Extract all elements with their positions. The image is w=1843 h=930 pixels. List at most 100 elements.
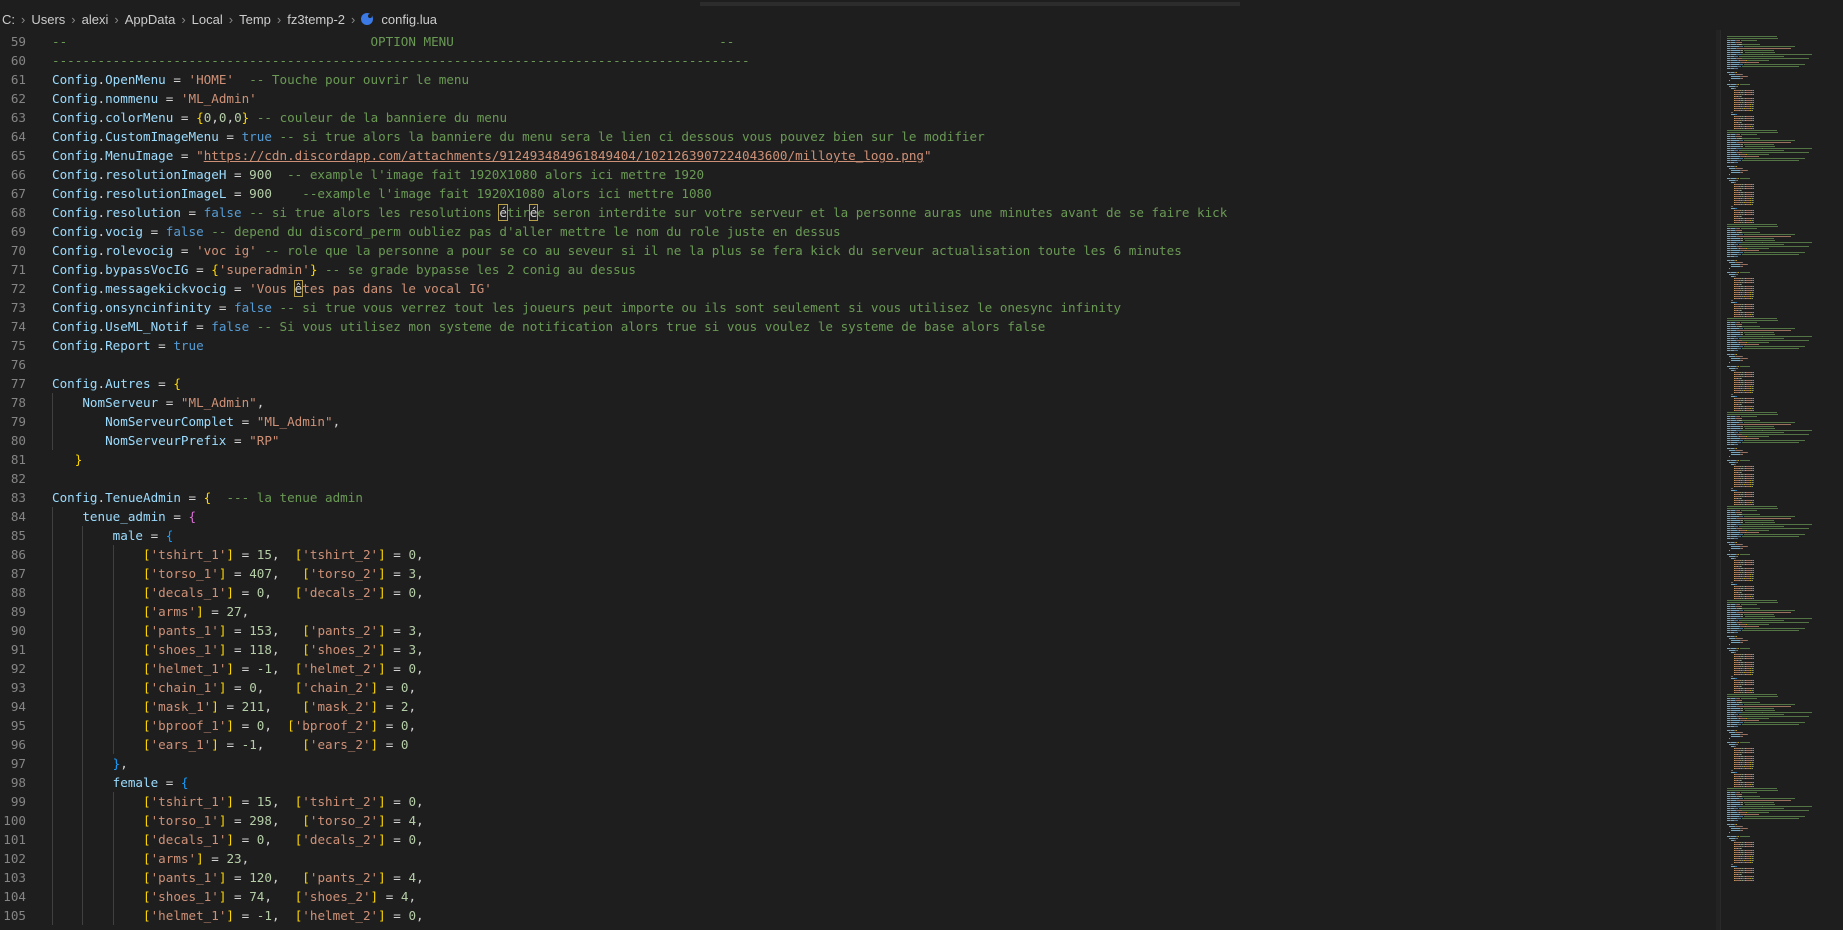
breadcrumb-segment[interactable]: Temp bbox=[237, 12, 273, 27]
minimap-stroke bbox=[1730, 614, 1740, 615]
code-line[interactable]: 84 tenue_admin = { bbox=[0, 507, 1720, 526]
code-line[interactable]: 68 Config.resolution = false -- si true a… bbox=[0, 203, 1720, 222]
code-line[interactable]: 63 Config.colorMenu = {0,0,0} -- couleur … bbox=[0, 108, 1720, 127]
code-line[interactable]: 85 male = { bbox=[0, 526, 1720, 545]
token-kw: false bbox=[165, 224, 204, 239]
minimap[interactable] bbox=[1720, 30, 1843, 930]
code-line[interactable]: 92 ['helmet_1'] = -1, ['helmet_2'] = 0, bbox=[0, 659, 1720, 678]
code-line[interactable]: 89 ['arms'] = 27, bbox=[0, 602, 1720, 621]
code-line[interactable]: 103 ['pants_1'] = 120, ['pants_2'] = 4, bbox=[0, 868, 1720, 887]
token-op bbox=[234, 72, 249, 87]
line-number: 95 bbox=[10, 718, 26, 733]
token-b1: [ bbox=[143, 623, 151, 638]
code-line[interactable]: 79 NomServeurComplet = "ML_Admin", bbox=[0, 412, 1720, 431]
code-line[interactable]: 72 Config.messagekickvocig = 'Vous êtes p… bbox=[0, 279, 1720, 298]
token-op: = bbox=[234, 794, 257, 809]
minimap-stroke bbox=[1752, 784, 1754, 785]
code-line[interactable]: 100 ['torso_1'] = 298, ['torso_2'] = 4, bbox=[0, 811, 1720, 830]
minimap-stroke bbox=[1736, 650, 1738, 651]
code-line[interactable]: 77 Config.Autres = { bbox=[0, 374, 1720, 393]
code-line[interactable]: 64 Config.CustomImageMenu = true -- si tr… bbox=[0, 127, 1720, 146]
minimap-stroke bbox=[1741, 40, 1758, 41]
minimap-stroke bbox=[1730, 720, 1740, 721]
code-line[interactable]: 60 --------------------------------------… bbox=[0, 51, 1720, 70]
breadcrumb-segment[interactable]: Users bbox=[29, 12, 67, 27]
minimap-stroke bbox=[1762, 618, 1813, 619]
token-kw: false bbox=[234, 300, 272, 315]
code-line[interactable]: 104 ['shoes_1'] = 74, ['shoes_2'] = 4, bbox=[0, 887, 1720, 906]
token-op: = bbox=[218, 737, 242, 752]
breadcrumb-segment[interactable]: Local bbox=[190, 12, 225, 27]
code-line[interactable]: 71 Config.bypassVocIG = {'superadmin'} --… bbox=[0, 260, 1720, 279]
code-line[interactable]: 86 ['tshirt_1'] = 15, ['tshirt_2'] = 0, bbox=[0, 545, 1720, 564]
code-text: Config.messagekickvocig = 'Vous êtes pas… bbox=[52, 279, 492, 298]
token-url[interactable]: https://cdn.discordapp.com/attachments/9… bbox=[204, 148, 924, 163]
minimap-stroke bbox=[1753, 476, 1755, 477]
code-line[interactable]: 66 Config.resolutionImageH = 900 -- examp… bbox=[0, 165, 1720, 184]
token-op: , bbox=[416, 908, 424, 923]
minimap-stroke bbox=[1737, 246, 1742, 247]
token-op: , bbox=[264, 889, 295, 904]
code-line[interactable]: 61 Config.OpenMenu = 'HOME' -- Touche pou… bbox=[0, 70, 1720, 89]
code-line[interactable]: 76 bbox=[0, 355, 1720, 374]
breadcrumb-segment[interactable]: fz3temp-2 bbox=[285, 12, 347, 27]
code-line[interactable]: 97 }, bbox=[0, 754, 1720, 773]
code-line[interactable]: 95 ['bproof_1'] = 0, ['bproof_2'] = 0, bbox=[0, 716, 1720, 735]
minimap-stroke bbox=[1738, 330, 1791, 331]
minimap-stroke bbox=[1730, 736, 1740, 737]
token-kw: true bbox=[241, 129, 272, 144]
breadcrumb-segment[interactable]: alexi bbox=[80, 12, 111, 27]
minimap-stroke bbox=[1741, 608, 1760, 609]
minimap-stroke bbox=[1745, 344, 1759, 345]
code-line[interactable]: 96 ['ears_1'] = -1, ['ears_2'] = 0 bbox=[0, 735, 1720, 754]
breadcrumb-segment[interactable]: AppData bbox=[123, 12, 178, 27]
code-line[interactable]: 73 Config.onsyncinfinity = false -- si tr… bbox=[0, 298, 1720, 317]
code-line[interactable]: 82 bbox=[0, 469, 1720, 488]
code-line[interactable]: 59 -- OPTION MENU -- bbox=[0, 32, 1720, 51]
code-line[interactable]: 70 Config.rolevocig = 'voc ig' -- role qu… bbox=[0, 241, 1720, 260]
code-line[interactable]: 101 ['decals_1'] = 0, ['decals_2'] = 0, bbox=[0, 830, 1720, 849]
code-line[interactable]: 94 ['mask_1'] = 211, ['mask_2'] = 2, bbox=[0, 697, 1720, 716]
tab-scrollbar[interactable] bbox=[700, 2, 1240, 6]
code-line[interactable]: 93 ['chain_1'] = 0, ['chain_2'] = 0, bbox=[0, 678, 1720, 697]
code-line[interactable]: 90 ['pants_1'] = 153, ['pants_2'] = 3, bbox=[0, 621, 1720, 640]
code-line[interactable]: 102 ['arms'] = 23, bbox=[0, 849, 1720, 868]
token-str: 'Vous bbox=[249, 281, 295, 296]
token-op bbox=[52, 661, 143, 676]
code-line[interactable]: 75 Config.Report = true bbox=[0, 336, 1720, 355]
token-op: . bbox=[97, 91, 106, 106]
minimap-stroke bbox=[1731, 582, 1733, 583]
code-line[interactable]: 88 ['decals_1'] = 0, ['decals_2'] = 0, bbox=[0, 583, 1720, 602]
code-editor[interactable]: 59 -- OPTION MENU -- 60 -------------------… bbox=[0, 32, 1720, 930]
minimap-stroke bbox=[1753, 748, 1755, 749]
code-line[interactable]: 78 NomServeur = "ML_Admin", bbox=[0, 393, 1720, 412]
token-cmt: --- la tenue admin bbox=[226, 490, 363, 505]
code-line[interactable]: 83 Config.TenueAdmin = { --- la tenue adm… bbox=[0, 488, 1720, 507]
breadcrumb-segment[interactable]: C: bbox=[0, 12, 17, 27]
code-line[interactable]: 65 Config.MenuImage = "https://cdn.discor… bbox=[0, 146, 1720, 165]
line-number: 73 bbox=[10, 300, 26, 315]
code-text: ['torso_1'] = 407, ['torso_2'] = 3, bbox=[52, 564, 424, 583]
minimap-stroke bbox=[1753, 594, 1755, 595]
code-line[interactable]: 87 ['torso_1'] = 407, ['torso_2'] = 3, bbox=[0, 564, 1720, 583]
code-line[interactable]: 91 ['shoes_1'] = 118, ['shoes_2'] = 3, bbox=[0, 640, 1720, 659]
code-line[interactable]: 98 female = { bbox=[0, 773, 1720, 792]
code-line[interactable]: 80 NomServeurPrefix = "RP" bbox=[0, 431, 1720, 450]
minimap-stroke bbox=[1753, 304, 1755, 305]
code-line[interactable]: 69 Config.vocig = false -- depend du disc… bbox=[0, 222, 1720, 241]
minimap-stroke bbox=[1744, 50, 1775, 51]
code-line[interactable]: 67 Config.resolutionImageL = 900 --exampl… bbox=[0, 184, 1720, 203]
code-line[interactable]: 81 } bbox=[0, 450, 1720, 469]
code-line[interactable]: 105 ['helmet_1'] = -1, ['helmet_2'] = 0, bbox=[0, 906, 1720, 925]
token-op: , bbox=[211, 110, 219, 125]
code-text: ['bproof_1'] = 0, ['bproof_2'] = 0, bbox=[52, 716, 416, 735]
minimap-stroke bbox=[1727, 508, 1778, 509]
minimap-stroke bbox=[1736, 416, 1741, 417]
breadcrumb-file[interactable]: config.lua bbox=[379, 12, 439, 27]
code-line[interactable]: 99 ['tshirt_1'] = 15, ['tshirt_2'] = 0, bbox=[0, 792, 1720, 811]
minimap-stroke bbox=[1753, 666, 1755, 667]
code-line[interactable]: 62 Config.nommenu = 'ML_Admin' bbox=[0, 89, 1720, 108]
token-op: . bbox=[97, 338, 106, 353]
code-line[interactable]: 74 Config.UseML_Notif = false -- Si vous … bbox=[0, 317, 1720, 336]
minimap-stroke bbox=[1728, 738, 1730, 739]
